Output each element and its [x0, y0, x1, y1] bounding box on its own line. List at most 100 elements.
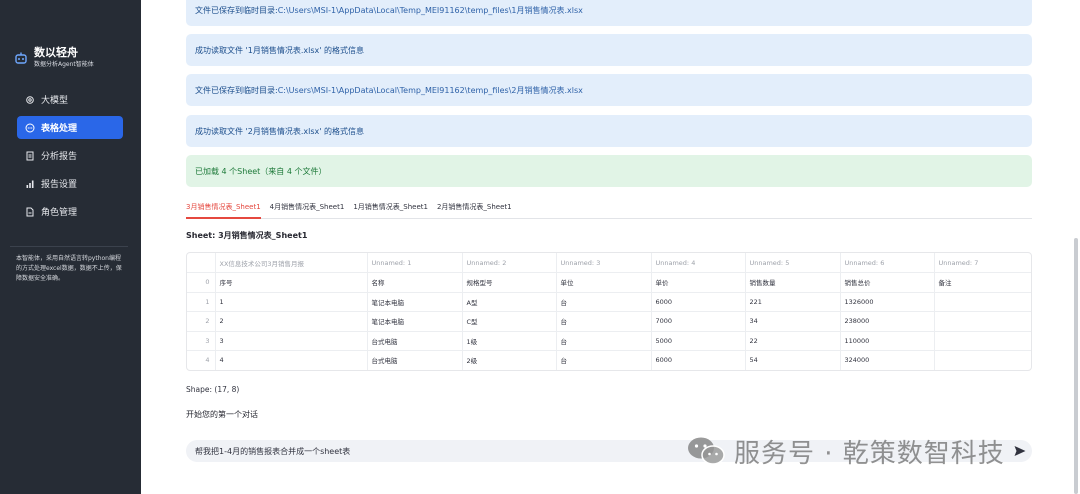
table-cell[interactable]: C型: [462, 311, 557, 332]
row-index: 1: [187, 292, 216, 312]
column-header[interactable]: Unnamed: 5: [745, 253, 841, 273]
brand: 数以轻舟 数据分析Agent智能体: [14, 46, 94, 69]
table-cell[interactable]: 7000: [651, 311, 746, 332]
alert-text: 文件已保存到临时目录:: [195, 5, 278, 15]
column-header[interactable]: XX信息技术公司3月销售月报: [215, 253, 368, 273]
table-cell[interactable]: 5000: [651, 331, 746, 351]
sidebar-item-llm[interactable]: 大模型: [17, 88, 123, 111]
alert-text: 文件已保存到临时目录:: [195, 85, 278, 95]
row-index: 3: [187, 331, 216, 351]
alert-text: 成功读取文件 '1月销售情况表.xlsx' 的格式信息: [195, 45, 364, 55]
sidebar-item-analysis-report[interactable]: 分析报告: [17, 144, 123, 167]
table-cell[interactable]: 1326000: [840, 292, 935, 312]
tab-sheet-march[interactable]: 3月销售情况表_Sheet1: [186, 200, 261, 219]
table-cell[interactable]: 3: [215, 331, 368, 351]
column-header[interactable]: Unnamed: 2: [462, 253, 557, 273]
table-cell[interactable]: 销售数量: [745, 272, 841, 293]
table-row: 2 2 笔记本电脑 C型 台 7000 34 238000: [187, 311, 1031, 332]
scrollbar[interactable]: [1074, 238, 1078, 494]
table-cell[interactable]: 6000: [651, 292, 746, 312]
table-cell[interactable]: 1级: [462, 331, 557, 351]
table-cell[interactable]: 销售总价: [840, 272, 935, 293]
table-cell[interactable]: 笔记本电脑: [367, 311, 463, 332]
table-cell[interactable]: 2: [215, 311, 368, 332]
table-cell[interactable]: 名称: [367, 272, 463, 293]
sidebar-item-role-management[interactable]: 角色管理: [17, 200, 123, 223]
table-row: 0 序号 名称 规格型号 单位 单价 销售数量 销售总价 备注: [187, 272, 1031, 293]
table-cell[interactable]: [934, 350, 1031, 370]
column-header[interactable]: Unnamed: 4: [651, 253, 746, 273]
send-icon[interactable]: [1013, 444, 1027, 458]
alert-text: 已加载 4 个Sheet（来自 4 个文件）: [195, 166, 327, 176]
dataframe-shape: Shape: (17, 8): [186, 385, 240, 394]
sidebar-item-table-processing[interactable]: 表格处理: [17, 116, 123, 139]
sidebar-item-label: 角色管理: [41, 208, 78, 218]
watermark: 服务号 · 乾策数智科技: [686, 432, 1005, 470]
table-cell[interactable]: [934, 311, 1031, 332]
tab-sheet-february[interactable]: 2月销售情况表_Sheet1: [437, 200, 512, 219]
table-cell[interactable]: A型: [462, 292, 557, 312]
tab-sheet-april[interactable]: 4月销售情况表_Sheet1: [270, 200, 345, 219]
info-alert: 成功读取文件 '1月销售情况表.xlsx' 的格式信息: [186, 34, 1032, 66]
table-cell[interactable]: 台: [556, 292, 652, 312]
table-cell[interactable]: 序号: [215, 272, 368, 293]
row-index: 2: [187, 311, 216, 332]
bar-chart-icon: [26, 180, 34, 188]
sidebar-note: 本智能体，采用自然语言转python编程的方式处理excel数据，数据不上传，保…: [16, 255, 122, 282]
table-cell[interactable]: 备注: [934, 272, 1031, 293]
sidebar: 数以轻舟 数据分析Agent智能体 大模型 表格处理 分析报告 报告设置 角色管…: [0, 0, 141, 494]
table-row: 1 1 笔记本电脑 A型 台 6000 221 1326000: [187, 292, 1031, 312]
column-header[interactable]: Unnamed: 6: [840, 253, 935, 273]
brand-title: 数以轻舟: [34, 46, 78, 59]
table-cell[interactable]: 2级: [462, 350, 557, 370]
table-cell[interactable]: 324000: [840, 350, 935, 370]
dataframe-table[interactable]: XX信息技术公司3月销售月报 Unnamed: 1 Unnamed: 2 Unn…: [186, 252, 1032, 371]
table-cell[interactable]: 笔记本电脑: [367, 292, 463, 312]
alert-file-path: C:\Users\MSI-1\AppData\Local\Temp_MEI911…: [277, 85, 583, 95]
table-cell[interactable]: 34: [745, 311, 841, 332]
table-row: 4 4 台式电脑 2级 台 6000 54 324000: [187, 350, 1031, 370]
table-cell[interactable]: 台式电脑: [367, 331, 463, 351]
table-cell[interactable]: 规格型号: [462, 272, 557, 293]
watermark-text: 服务号 · 乾策数智科技: [734, 438, 1005, 469]
robot-icon: [15, 52, 27, 64]
sidebar-item-label: 表格处理: [41, 124, 78, 134]
gear-icon: [26, 95, 34, 104]
alert-text: 成功读取文件 '2月销售情况表.xlsx' 的格式信息: [195, 126, 364, 136]
table-cell[interactable]: [934, 331, 1031, 351]
table-cell[interactable]: 台: [556, 331, 652, 351]
table-cell[interactable]: 4: [215, 350, 368, 370]
document-icon: [26, 151, 34, 160]
tab-sheet-january[interactable]: 1月销售情况表_Sheet1: [353, 200, 428, 219]
sidebar-item-label: 报告设置: [41, 180, 78, 190]
table-cell[interactable]: 台: [556, 350, 652, 370]
conversation-prompt: 开始您的第一个对话: [186, 410, 258, 419]
sidebar-item-label: 分析报告: [41, 152, 78, 162]
sheet-tabs: 3月销售情况表_Sheet1 4月销售情况表_Sheet1 1月销售情况表_Sh…: [186, 200, 1032, 219]
wechat-icon: [688, 437, 725, 465]
table-cell[interactable]: [934, 292, 1031, 312]
sidebar-item-report-settings[interactable]: 报告设置: [17, 172, 123, 195]
table-cell[interactable]: 台式电脑: [367, 350, 463, 370]
column-header[interactable]: [187, 253, 216, 273]
table-cell[interactable]: 22: [745, 331, 841, 351]
success-alert: 已加载 4 个Sheet（来自 4 个文件）: [186, 155, 1032, 187]
info-alert: 成功读取文件 '2月销售情况表.xlsx' 的格式信息: [186, 115, 1032, 147]
alert-file-path: C:\Users\MSI-1\AppData\Local\Temp_MEI911…: [277, 5, 583, 15]
table-cell[interactable]: 1: [215, 292, 368, 312]
chat-bubble-icon: [25, 123, 35, 132]
table-cell[interactable]: 台: [556, 311, 652, 332]
brand-subtitle: 数据分析Agent智能体: [34, 61, 94, 68]
sidebar-divider: [10, 246, 128, 247]
table-cell[interactable]: 110000: [840, 331, 935, 351]
table-cell[interactable]: 单位: [556, 272, 652, 293]
table-cell[interactable]: 221: [745, 292, 841, 312]
column-header[interactable]: Unnamed: 3: [556, 253, 652, 273]
table-cell[interactable]: 6000: [651, 350, 746, 370]
column-header[interactable]: Unnamed: 7: [934, 253, 1031, 273]
table-cell[interactable]: 238000: [840, 311, 935, 332]
table-cell[interactable]: 单价: [651, 272, 746, 293]
table-cell[interactable]: 54: [745, 350, 841, 370]
row-index: 0: [187, 272, 216, 293]
column-header[interactable]: Unnamed: 1: [367, 253, 463, 273]
